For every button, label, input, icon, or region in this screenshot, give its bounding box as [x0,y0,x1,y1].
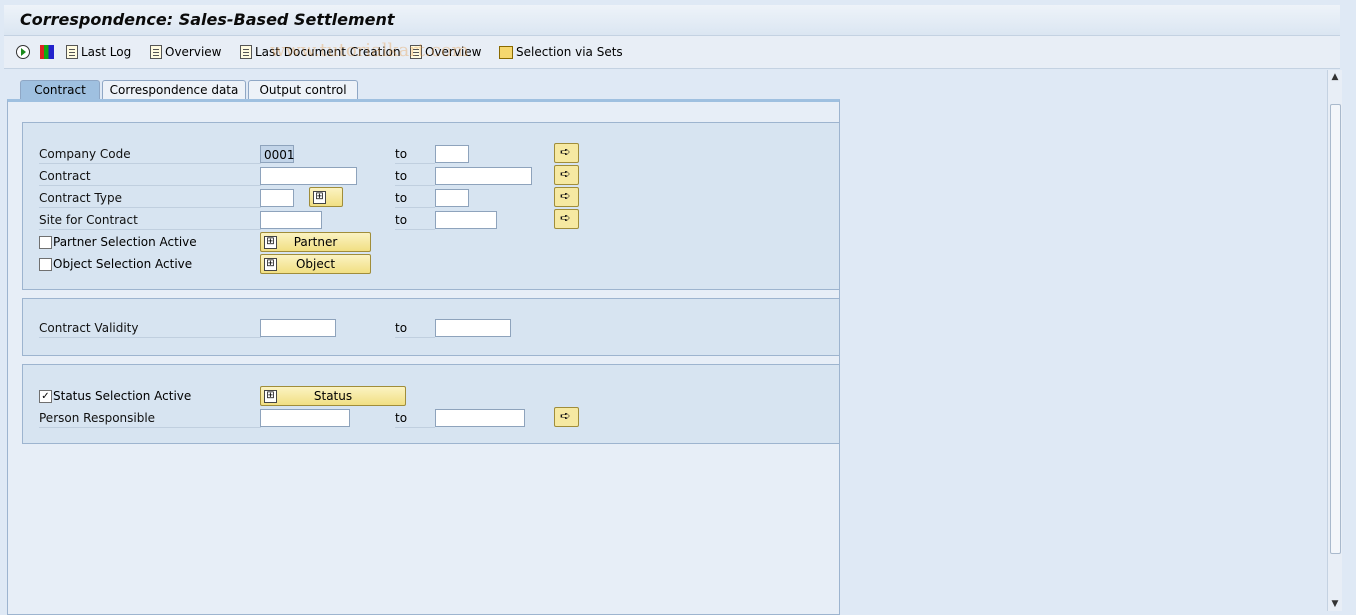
sets-icon [499,45,513,59]
overview-label-1: Overview [165,45,222,59]
tab-output-control[interactable]: Output control [248,80,358,99]
selection-via-sets-button[interactable]: Selection via Sets [499,43,623,61]
contract-type-to-label: to [395,189,435,208]
object-selection-label: Object Selection Active [53,257,193,271]
partner-selection-row: Partner Selection Active [39,233,249,251]
selection-via-sets-label: Selection via Sets [516,45,623,59]
company-code-from-field[interactable]: 0001 [260,145,295,163]
multiple-selection-icon [313,191,326,204]
object-selection-icon [264,258,277,271]
partner-button-label: Partner [293,235,338,249]
person-responsible-to-field[interactable] [435,409,525,427]
tab-correspondence-data[interactable]: Correspondence data [102,80,246,99]
window-title: Correspondence: Sales-Based Settlement [20,10,395,29]
company-code-to-label: to [395,145,435,164]
execute-button[interactable] [16,43,30,61]
contract-to-field[interactable] [435,167,532,185]
contract-validity-to-field[interactable] [435,319,511,337]
object-button[interactable]: Object [260,254,371,274]
status-button-label: Status [313,389,353,403]
object-button-label: Object [295,257,336,271]
contract-multiple-selection-button[interactable] [554,165,579,185]
document-icon [240,45,252,59]
log-icon [66,45,78,59]
company-code-to-field[interactable] [435,145,469,163]
scroll-thumb[interactable] [1330,104,1341,554]
contract-type-multiple-selection-button[interactable] [554,187,579,207]
contract-type-from-field[interactable] [260,189,294,207]
last-log-label: Last Log [81,45,132,59]
tab-panel-contract: Company Code 0001 to Contract to Contrac… [7,99,840,615]
status-group: ✓ Status Selection Active Status Person … [22,364,840,444]
person-responsible-to-label: to [395,409,435,428]
status-selection-label: Status Selection Active [53,389,192,403]
person-responsible-label: Person Responsible [39,409,261,428]
application-toolbar: Last Log Overview Last Document Creation… [4,36,1340,69]
tab-contract[interactable]: Contract [20,80,100,99]
vertical-scrollbar[interactable]: ▲ ▼ [1327,70,1342,611]
partner-button[interactable]: Partner [260,232,371,252]
contract-type-to-field[interactable] [435,189,469,207]
person-responsible-from-field[interactable] [260,409,350,427]
contract-type-label: Contract Type [39,189,261,208]
site-for-contract-to-field[interactable] [435,211,497,229]
overview-button-1[interactable]: Overview [150,43,222,61]
overview-icon [150,45,162,59]
contract-validity-to-label: to [395,319,435,338]
contract-label: Contract [39,167,261,186]
contract-validity-from-field[interactable] [260,319,336,337]
site-for-contract-from-field[interactable] [260,211,322,229]
status-button[interactable]: Status [260,386,406,406]
status-selection-row: ✓ Status Selection Active [39,387,249,405]
object-selection-row: Object Selection Active [39,255,249,273]
scroll-up-icon[interactable]: ▲ [1328,70,1342,84]
contract-validity-label: Contract Validity [39,319,261,338]
execute-icon [16,45,30,59]
contract-validity-group: Contract Validity to [22,298,840,356]
last-log-button[interactable]: Last Log [66,43,131,61]
site-for-contract-to-label: to [395,211,435,230]
get-variant-icon [40,45,54,59]
person-responsible-multiple-selection-button[interactable] [554,407,579,427]
company-code-multiple-selection-button[interactable] [554,143,579,163]
partner-selection-label: Partner Selection Active [53,235,197,249]
status-selection-icon [264,390,277,403]
contract-to-label: to [395,167,435,186]
site-for-contract-label: Site for Contract [39,211,261,230]
partner-selection-icon [264,236,277,249]
status-selection-checkbox[interactable]: ✓ [39,390,52,403]
object-selection-checkbox[interactable] [39,258,52,271]
company-code-label: Company Code [39,145,261,164]
contract-type-selection-button[interactable] [309,187,343,207]
scroll-down-icon[interactable]: ▼ [1328,597,1342,611]
watermark: www.tutorialkart.com [270,40,469,61]
get-variant-button[interactable] [40,43,54,61]
title-bar: Correspondence: Sales-Based Settlement [4,5,1340,36]
site-multiple-selection-button[interactable] [554,209,579,229]
partner-selection-checkbox[interactable] [39,236,52,249]
contract-selection-group: Company Code 0001 to Contract to Contrac… [22,122,840,290]
contract-from-field[interactable] [260,167,357,185]
